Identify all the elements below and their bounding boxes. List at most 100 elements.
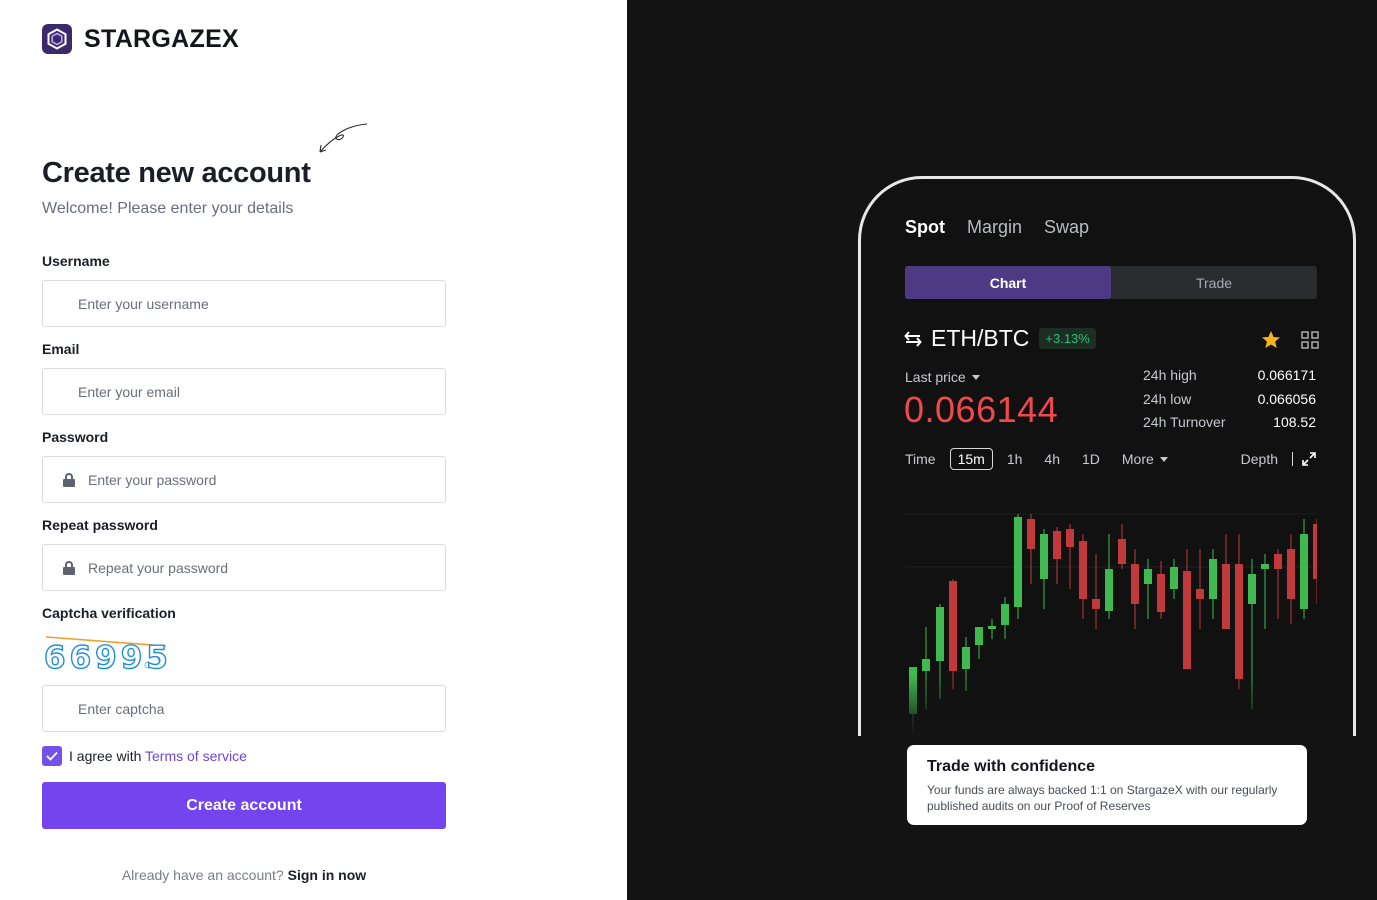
candle-body: [988, 626, 996, 629]
interval-time[interactable]: Time: [905, 451, 936, 467]
pair-header: ETH/BTC +3.13%: [903, 325, 1096, 352]
username-input[interactable]: [43, 295, 445, 312]
candle-body: [1105, 569, 1113, 611]
candle-body: [1118, 539, 1126, 564]
candle-body: [1144, 569, 1152, 584]
last-price-value: 0.066144: [904, 389, 1059, 430]
password-input[interactable]: [75, 471, 445, 488]
phone-mockup: Spot Margin Swap Chart Trade ETH/BTC +3.…: [858, 176, 1356, 736]
repeat-password-label: Repeat password: [42, 517, 158, 533]
check-icon: [46, 751, 58, 761]
candle-body: [1001, 604, 1009, 625]
terms-text: I agree with Terms of service: [69, 748, 247, 764]
interval-bar: Time 15m 1h 4h 1D More Depth: [905, 448, 1317, 470]
captcha-code: 66995: [44, 640, 172, 674]
candle-body: [1079, 541, 1087, 599]
candle-body: [1157, 574, 1165, 612]
svg-text:66995: 66995: [44, 640, 172, 674]
brand[interactable]: STARGAZEX: [42, 24, 239, 54]
stat-row: 24h Turnover 108.52: [1143, 414, 1316, 430]
candle-body: [1131, 564, 1139, 604]
more-dropdown[interactable]: More: [1122, 451, 1168, 467]
caret-down-icon: [1159, 456, 1168, 462]
email-label: Email: [42, 341, 80, 357]
stat-row: 24h low 0.066056: [1143, 390, 1316, 407]
lock-icon: [63, 472, 75, 487]
candle-body: [1287, 549, 1295, 599]
last-price-label[interactable]: Last price: [905, 369, 980, 385]
signin-link[interactable]: Sign in now: [288, 867, 367, 883]
candle-body: [1313, 524, 1317, 579]
tab-swap[interactable]: Swap: [1044, 217, 1089, 238]
terms-checkbox[interactable]: [42, 746, 62, 766]
candle-body: [1027, 519, 1035, 549]
candle-body: [975, 627, 983, 645]
candle-body: [1092, 599, 1100, 609]
segment-chart[interactable]: Chart: [905, 266, 1111, 299]
captcha-image[interactable]: 66995: [44, 632, 174, 674]
chart-trade-switch: Chart Trade: [905, 266, 1317, 299]
tab-spot[interactable]: Spot: [905, 217, 945, 238]
candle-body: [1261, 564, 1269, 569]
password-field[interactable]: [42, 456, 446, 503]
price-stats: 24h high 0.066171 24h low 0.066056 24h Tur…: [1143, 367, 1316, 438]
username-field[interactable]: [42, 280, 446, 327]
confidence-card: Trade with confidence Your funds are alw…: [907, 745, 1307, 825]
interval-4h[interactable]: 4h: [1044, 451, 1060, 467]
candle-body: [1053, 531, 1061, 559]
candle-body: [922, 659, 930, 671]
swap-arrows-icon: [904, 330, 922, 347]
password-label: Password: [42, 429, 109, 445]
candle-body: [1040, 534, 1048, 579]
candle-body: [1183, 571, 1191, 669]
candle-body: [1014, 517, 1022, 607]
candle-body: [1170, 567, 1178, 589]
lock-icon: [63, 560, 75, 575]
depth-toggle[interactable]: Depth: [1241, 451, 1317, 467]
signup-panel: STARGAZEX Create new account Welcome! Pl…: [0, 0, 627, 900]
segment-trade[interactable]: Trade: [1111, 266, 1317, 299]
captcha-label: Captcha verification: [42, 605, 176, 621]
card-title: Trade with confidence: [927, 758, 1096, 775]
card-body: Your funds are always backed 1:1 on Star…: [927, 783, 1278, 813]
hexagon-logo-icon: [42, 24, 72, 54]
grid-icon[interactable]: [1301, 331, 1319, 349]
interval-1h[interactable]: 1h: [1007, 451, 1023, 467]
email-field[interactable]: [42, 368, 446, 415]
star-icon[interactable]: [1261, 330, 1281, 350]
stat-row: 24h high 0.066171: [1143, 367, 1316, 383]
market-type-tabs: Spot Margin Swap: [905, 217, 1089, 238]
brand-name: STARGAZEX: [84, 24, 240, 53]
promo-panel: Spot Margin Swap Chart Trade ETH/BTC +3.…: [627, 0, 1377, 900]
tab-margin[interactable]: Margin: [967, 217, 1022, 238]
repeat-password-field[interactable]: [42, 544, 446, 591]
candle-body: [1300, 534, 1308, 609]
terms-agreement: I agree with Terms of service: [42, 746, 247, 766]
candle-body: [1248, 574, 1256, 604]
candle-body: [962, 647, 970, 669]
terms-link[interactable]: Terms of service: [145, 748, 247, 764]
email-input[interactable]: [43, 383, 445, 400]
candle-body: [1274, 554, 1282, 569]
candle-body: [949, 581, 957, 671]
create-account-button[interactable]: Create account: [42, 782, 446, 829]
expand-icon[interactable]: [1301, 451, 1317, 467]
captcha-input[interactable]: [43, 700, 445, 717]
candle-body: [1209, 559, 1217, 599]
interval-1d[interactable]: 1D: [1082, 451, 1100, 467]
signin-prompt: Already have an account? Sign in now: [121, 867, 367, 883]
candle-body: [936, 607, 944, 661]
candle-body: [1222, 564, 1230, 629]
interval-15m[interactable]: 15m: [949, 448, 993, 470]
pair-name: ETH/BTC: [931, 325, 1030, 351]
candle-body: [1235, 564, 1243, 679]
repeat-password-input[interactable]: [75, 559, 445, 576]
candle-body: [1066, 529, 1074, 547]
page-title: Create new account: [42, 157, 311, 189]
page-subtitle: Welcome! Please enter your details: [42, 200, 294, 217]
arrow-doodle-icon: [319, 123, 368, 153]
captcha-field[interactable]: [42, 685, 446, 732]
caret-down-icon: [971, 374, 980, 380]
change-badge: +3.13%: [1039, 328, 1096, 349]
candle-body: [1196, 589, 1204, 599]
